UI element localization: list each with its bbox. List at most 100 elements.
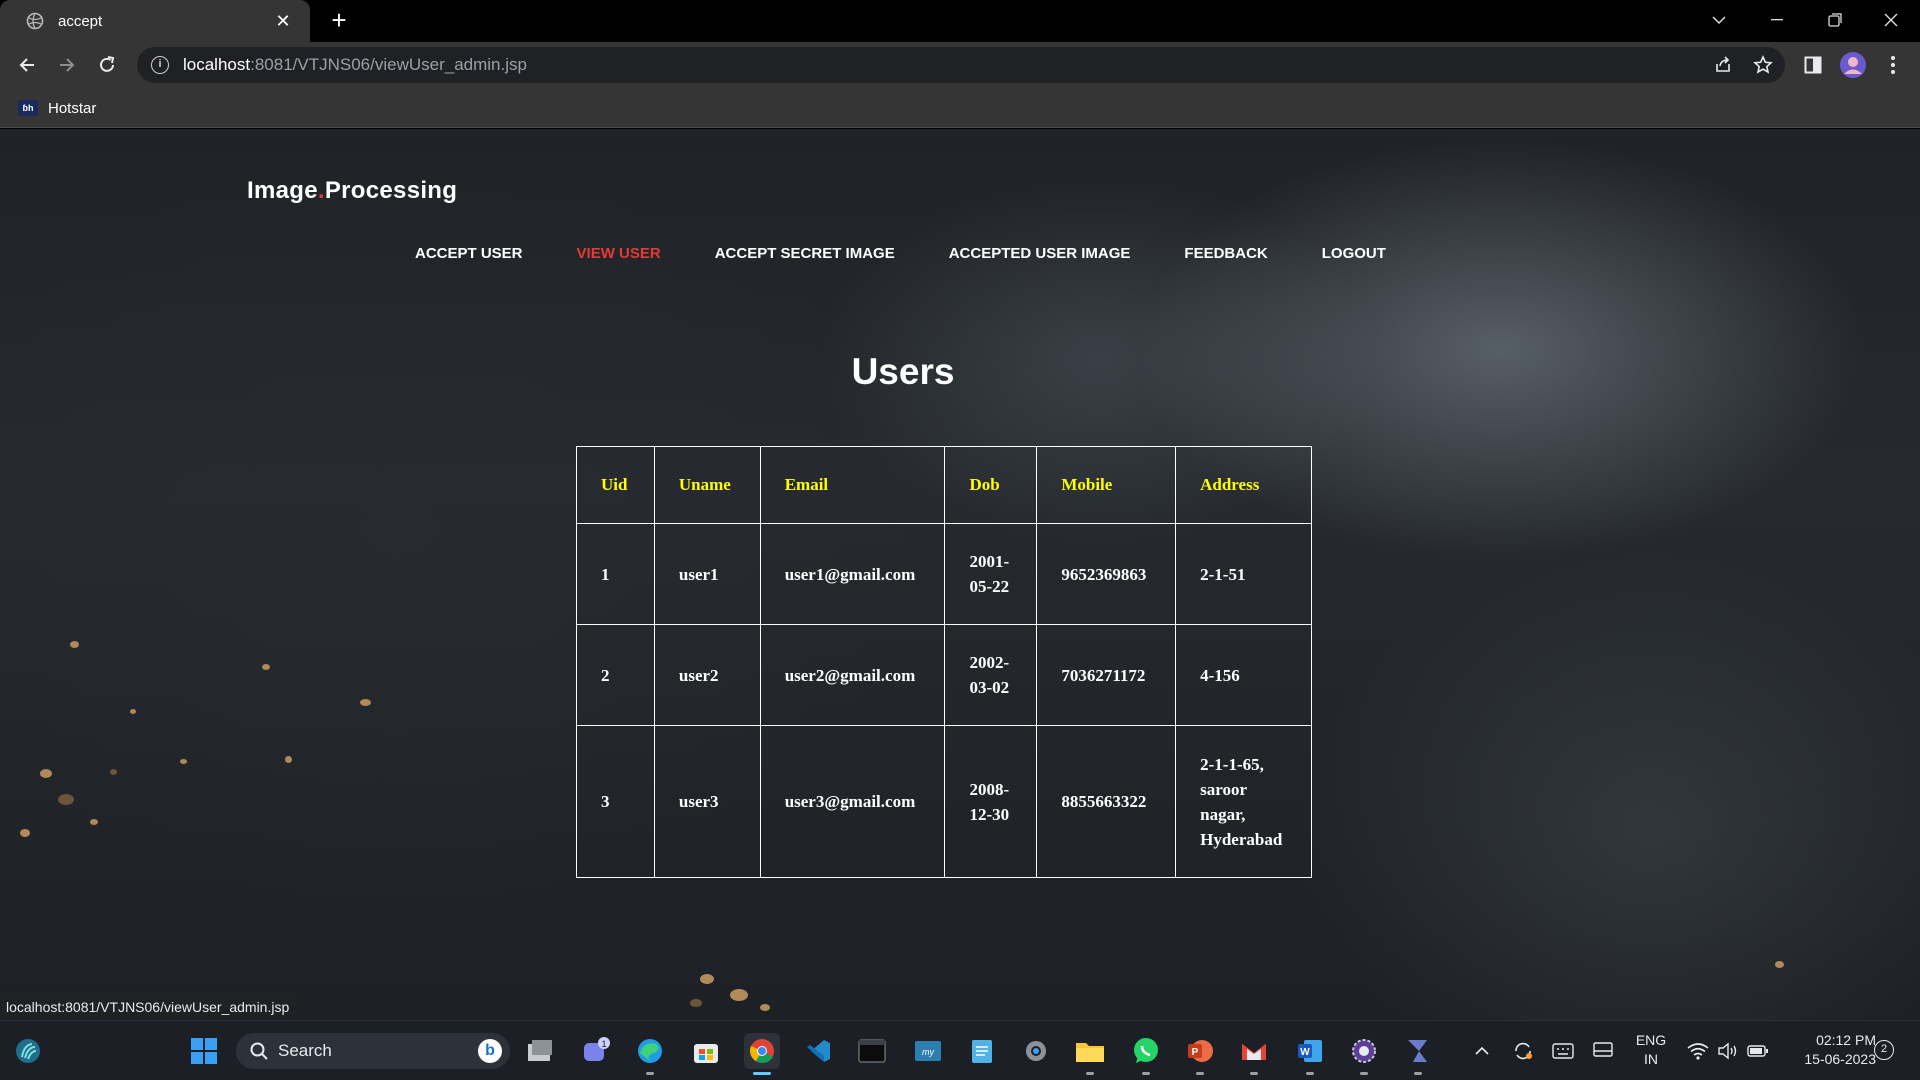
globe-icon <box>26 12 44 30</box>
page-title: Users <box>851 351 955 392</box>
browser-toolbar: i localhost:8081/VTJNS06/viewUser_admin.… <box>0 42 1920 88</box>
cell-uname: user3 <box>653 725 761 878</box>
nav-feedback[interactable]: FEEDBACK <box>1184 245 1267 262</box>
edge-icon[interactable] <box>632 1033 668 1075</box>
restore-icon[interactable] <box>1806 0 1864 40</box>
cell-mobile: 8855663322 <box>1036 725 1177 878</box>
cell-dob: 2001-05-22 <box>944 523 1038 625</box>
settings-icon[interactable] <box>1018 1033 1054 1069</box>
file-explorer-icon[interactable] <box>1072 1033 1108 1075</box>
task-view-icon[interactable] <box>522 1033 558 1069</box>
cell-dob: 2002-03-02 <box>944 624 1038 726</box>
display-icon[interactable] <box>1588 1033 1618 1069</box>
sync-icon[interactable] <box>1508 1033 1538 1069</box>
column-header-address: Address <box>1175 446 1312 524</box>
column-header-uname: Uname <box>653 446 761 524</box>
site-info-icon[interactable]: i <box>151 56 169 74</box>
whatsapp-icon[interactable] <box>1128 1033 1164 1075</box>
cell-address: 2-1-51 <box>1175 523 1312 625</box>
menu-kebab-icon[interactable] <box>1878 50 1908 80</box>
share-icon[interactable] <box>1708 50 1738 80</box>
forward-icon[interactable] <box>52 50 82 80</box>
new-tab-button[interactable]: + <box>324 6 354 36</box>
tab-title: accept <box>58 12 103 30</box>
windows-start-icon[interactable] <box>186 1033 222 1069</box>
terminal-icon[interactable] <box>854 1033 890 1069</box>
profile-avatar[interactable] <box>1838 50 1868 80</box>
site-title-part2: Processing <box>324 177 458 204</box>
svg-text:P: P <box>1192 1047 1199 1058</box>
nav-logout[interactable]: LOGOUT <box>1322 245 1386 262</box>
nav-view-user[interactable]: VIEW USER <box>577 245 661 262</box>
cell-uname: user1 <box>653 523 761 625</box>
cell-email: user1@gmail.com <box>759 523 946 625</box>
language-indicator[interactable]: ENG IN <box>1628 1031 1674 1069</box>
chrome-icon[interactable] <box>744 1033 780 1075</box>
teams-chat-icon[interactable]: 1 <box>578 1033 614 1069</box>
tab-search-icon[interactable] <box>1690 0 1748 40</box>
column-header-uid: Uid <box>576 446 655 524</box>
side-panel-icon[interactable] <box>1798 50 1828 80</box>
notification-badge[interactable]: 2 <box>1874 1040 1894 1060</box>
address-bar[interactable]: i localhost:8081/VTJNS06/viewUser_admin.… <box>137 47 1785 83</box>
back-icon[interactable] <box>12 50 42 80</box>
word-icon[interactable]: W <box>1292 1033 1328 1075</box>
close-window-icon[interactable] <box>1862 0 1920 40</box>
url-path: :8081/VTJNS06/viewUser_admin.jsp <box>250 55 527 74</box>
cell-dob: 2008-12-30 <box>944 725 1038 878</box>
column-header-dob: Dob <box>944 446 1038 524</box>
search-placeholder: Search <box>278 1041 332 1060</box>
bookmark-star-icon[interactable] <box>1748 50 1778 80</box>
url-host: localhost <box>183 55 251 74</box>
wifi-icon[interactable] <box>1684 1033 1712 1069</box>
nav-accepted-user-image[interactable]: ACCEPTED USER IMAGE <box>949 245 1131 262</box>
bookmark-label: Hotstar <box>48 99 97 117</box>
volume-icon[interactable] <box>1714 1033 1742 1069</box>
page-viewport: Image.Processing ACCEPT USER VIEW USER A… <box>0 129 1920 1020</box>
bookmarks-bar: ɓh Hotstar <box>0 88 1920 128</box>
cell-address: 2-1-1-65, saroor nagar, Hyderabad <box>1175 725 1312 878</box>
keyboard-icon[interactable] <box>1548 1033 1578 1069</box>
cell-uid: 3 <box>576 725 655 878</box>
nav-accept-secret-image[interactable]: ACCEPT SECRET IMAGE <box>715 245 895 262</box>
chevron-up-icon[interactable] <box>1472 1033 1492 1069</box>
main-nav: ACCEPT USER VIEW USER ACCEPT SECRET IMAG… <box>415 245 1440 262</box>
minimize-icon[interactable] <box>1748 0 1806 40</box>
system-clock[interactable]: 02:12 PM 15-06-2023 <box>1780 1031 1876 1069</box>
netbeans-icon[interactable] <box>1400 1033 1436 1075</box>
bookmark-hotstar[interactable]: ɓh Hotstar <box>18 96 96 120</box>
tab-close-icon[interactable]: ✕ <box>272 11 294 32</box>
powerpoint-icon[interactable]: P <box>1182 1033 1218 1075</box>
svg-text:my: my <box>922 1047 934 1057</box>
status-bar-url: localhost:8081/VTJNS06/viewUser_admin.js… <box>0 994 298 1020</box>
nav-accept-user[interactable]: ACCEPT USER <box>415 245 523 262</box>
widgets-icon[interactable] <box>10 1033 46 1069</box>
bing-icon[interactable]: b <box>478 1039 502 1063</box>
battery-icon[interactable] <box>1744 1033 1772 1069</box>
cell-email: user3@gmail.com <box>759 725 946 878</box>
browser-tab[interactable]: accept ✕ <box>0 0 310 42</box>
site-title[interactable]: Image.Processing <box>247 177 457 205</box>
region-code: IN <box>1644 1051 1658 1067</box>
table-row: 3 user3 user3@gmail.com 2008-12-30 88556… <box>576 725 1312 878</box>
chat-badge: 1 <box>601 1039 606 1049</box>
taskbar-search[interactable]: Search b <box>236 1033 510 1069</box>
gmail-icon[interactable] <box>1236 1033 1272 1075</box>
mysql-icon[interactable]: my <box>910 1033 946 1069</box>
microsoft-store-icon[interactable] <box>688 1033 724 1069</box>
vscode-icon[interactable] <box>800 1033 836 1069</box>
cell-uname: user2 <box>653 624 761 726</box>
table-row: 2 user2 user2@gmail.com 2002-03-02 70362… <box>576 624 1312 726</box>
windows-taskbar: Search b 1 my P W ENG IN 02:12 PM 15-06-… <box>0 1020 1920 1080</box>
cell-email: user2@gmail.com <box>759 624 946 726</box>
notepad-icon[interactable] <box>964 1033 1000 1069</box>
site-title-dot: . <box>317 177 325 204</box>
reload-icon[interactable] <box>92 50 122 80</box>
cell-mobile: 9652369863 <box>1036 523 1177 625</box>
eclipse-icon[interactable] <box>1346 1033 1382 1075</box>
column-header-mobile: Mobile <box>1036 446 1177 524</box>
site-title-part1: Image <box>247 177 318 204</box>
language-code: ENG <box>1635 1032 1667 1048</box>
svg-text:W: W <box>1300 1047 1310 1058</box>
table-header-row: Uid Uname Email Dob Mobile Address <box>576 446 1312 524</box>
